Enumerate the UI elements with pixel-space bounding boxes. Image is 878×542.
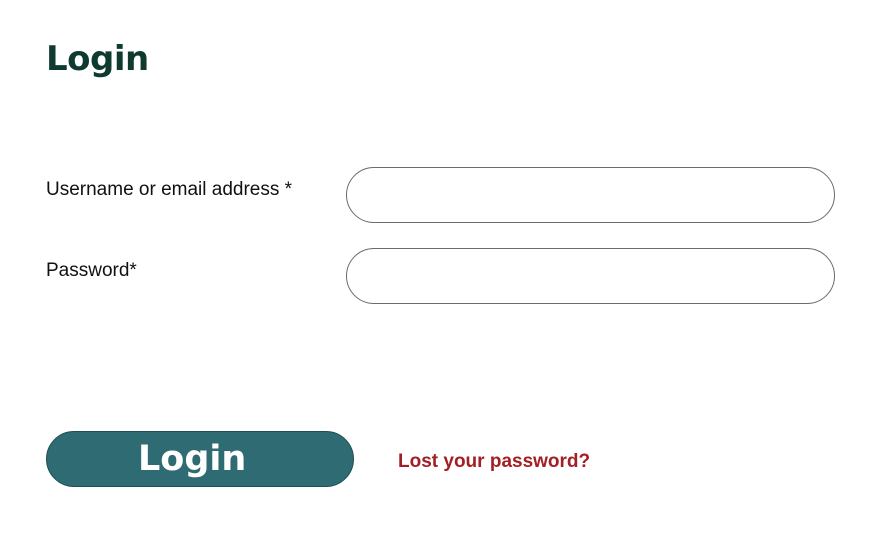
username-label: Username or email address * [46,179,293,200]
username-input[interactable] [346,167,835,223]
page-title: Login [46,39,149,79]
login-button[interactable]: Login [46,431,354,487]
password-label: Password* [46,260,137,281]
lost-password-link[interactable]: Lost your password? [398,450,590,474]
password-input[interactable] [346,248,835,304]
